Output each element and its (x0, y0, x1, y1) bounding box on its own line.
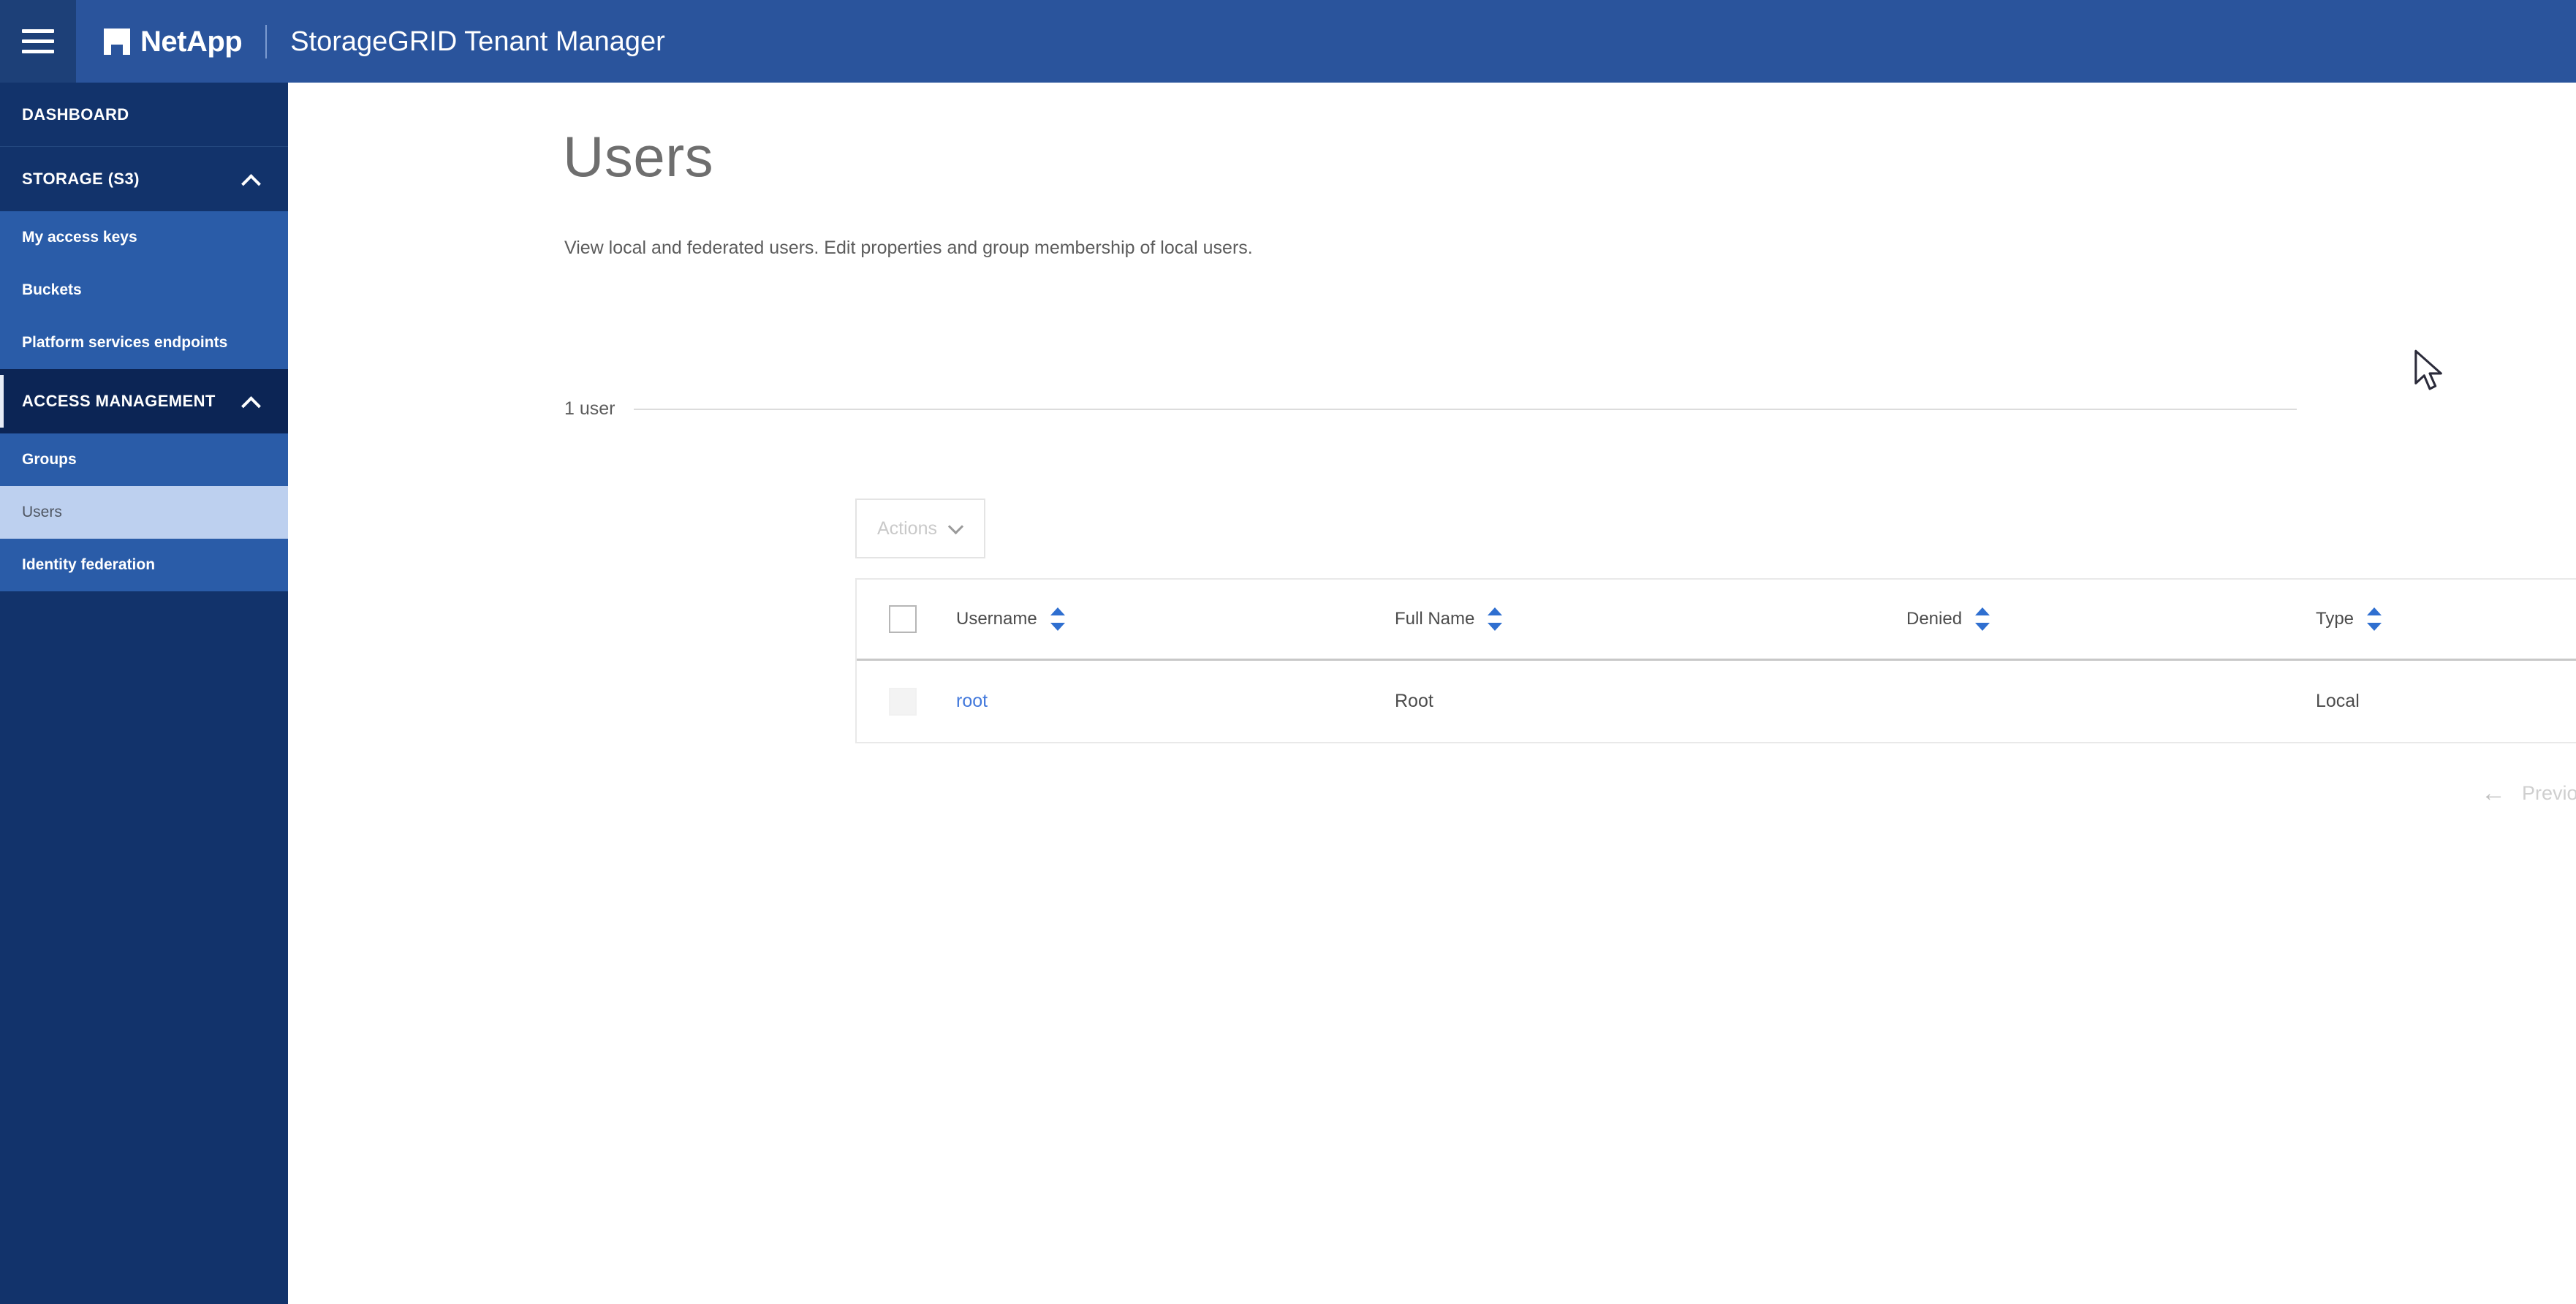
app-header: NetApp StorageGRID Tenant Manager (0, 0, 2576, 83)
record-count-row: 1 user (564, 398, 2297, 420)
previous-page-button[interactable]: Previous (2522, 782, 2576, 805)
sidebar-item-groups[interactable]: Groups (0, 433, 288, 486)
type-value: Local (2316, 691, 2360, 711)
sidebar-item-label: Users (22, 504, 62, 520)
sidebar-item-label: Buckets (22, 281, 82, 298)
page-title: Users (563, 124, 714, 189)
sidebar-item-platform-services-endpoints[interactable]: Platform services endpoints (0, 316, 288, 369)
chevron-down-icon (949, 521, 963, 536)
pagination: ← Previous 1 Next → (2481, 781, 2576, 805)
hamburger-bar (22, 50, 54, 53)
sort-arrows-icon[interactable] (2367, 607, 2382, 632)
hamburger-bar (22, 39, 54, 43)
column-header-username[interactable]: Username (956, 607, 1395, 632)
sidebar-section-storage[interactable]: STORAGE (S3) (0, 147, 288, 211)
sidebar-section-label: STORAGE (S3) (22, 170, 140, 188)
sidebar-section-dashboard[interactable]: DASHBOARD (0, 83, 288, 147)
sidebar-item-my-access-keys[interactable]: My access keys (0, 211, 288, 264)
brand-divider (265, 24, 268, 58)
sidebar-item-label: Platform services endpoints (22, 334, 228, 351)
sidebar-item-label: Groups (22, 451, 77, 468)
username-link[interactable]: root (956, 691, 988, 712)
column-header-label: Type (2316, 609, 2355, 629)
brand-name: NetApp (140, 25, 243, 58)
row-checkbox (889, 687, 917, 716)
main-content: Users View local and federated users. Ed… (288, 83, 2576, 805)
column-header-label: Username (956, 609, 1037, 629)
users-table: Username Full Name Denied Type root Root… (855, 578, 2576, 743)
sidebar-section-label: ACCESS MANAGEMENT (22, 392, 216, 410)
sort-arrows-icon[interactable] (1050, 607, 1065, 632)
select-all-checkbox[interactable] (889, 605, 917, 633)
sidebar-item-label: Identity federation (22, 556, 156, 573)
row-select-cell (857, 687, 956, 716)
table-row: root Root Local (857, 661, 2576, 742)
sidebar-empty-area (0, 591, 288, 1304)
sidebar-section-access-management[interactable]: ACCESS MANAGEMENT (0, 369, 288, 433)
sidebar-item-identity-federation[interactable]: Identity federation (0, 539, 288, 591)
sort-arrows-icon[interactable] (1975, 607, 1990, 632)
record-count-label: 1 user (564, 398, 615, 419)
column-header-label: Denied (1906, 609, 1963, 629)
netapp-logo[interactable]: NetApp (104, 25, 243, 58)
cell-full-name: Root (1395, 691, 1906, 712)
column-header-denied[interactable]: Denied (1906, 607, 2316, 632)
hamburger-bar (22, 29, 54, 33)
cell-username: root (956, 691, 1395, 712)
cell-type: Local (2316, 691, 2576, 712)
actions-dropdown-button[interactable]: Actions (855, 499, 985, 558)
arrow-left-icon[interactable]: ← (2481, 781, 2506, 805)
sidebar-item-buckets[interactable]: Buckets (0, 264, 288, 316)
horizontal-divider (634, 408, 2297, 410)
sidebar: DASHBOARD STORAGE (S3) My access keys Bu… (0, 83, 288, 1304)
sidebar-item-users[interactable]: Users (0, 486, 288, 539)
actions-dropdown-label: Actions (877, 518, 937, 539)
select-all-cell (857, 605, 956, 633)
full-name-value: Root (1395, 691, 1433, 711)
page-app-title: StorageGRID Tenant Manager (290, 26, 665, 57)
netapp-logo-icon (104, 28, 130, 55)
column-header-label: Full Name (1395, 609, 1475, 629)
sidebar-item-label: My access keys (22, 229, 137, 246)
column-header-full-name[interactable]: Full Name (1395, 607, 1906, 632)
column-header-type[interactable]: Type (2316, 607, 2576, 632)
hamburger-icon[interactable] (0, 0, 76, 83)
table-header-row: Username Full Name Denied Type (857, 580, 2576, 661)
sidebar-section-label: DASHBOARD (22, 105, 129, 124)
page-subtitle: View local and federated users. Edit pro… (564, 238, 1253, 258)
brand-block: NetApp StorageGRID Tenant Manager (76, 0, 665, 83)
chevron-up-icon[interactable] (241, 392, 260, 411)
sort-arrows-icon[interactable] (1488, 607, 1503, 632)
chevron-up-icon[interactable] (241, 170, 260, 189)
